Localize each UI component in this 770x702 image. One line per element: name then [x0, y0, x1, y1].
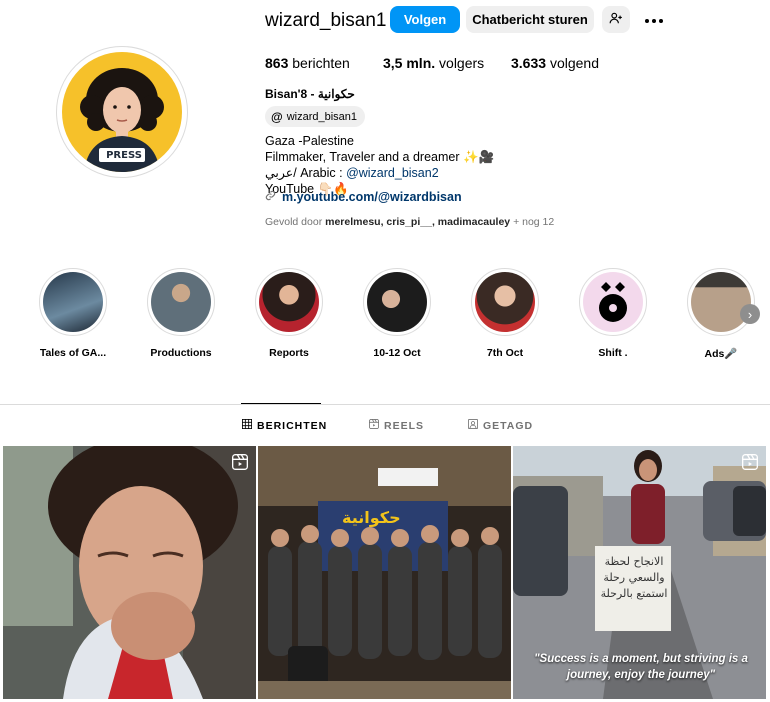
- post-sign-text: حكوانية: [342, 508, 401, 527]
- tagged-icon: [468, 419, 478, 432]
- highlight-cover: [259, 272, 319, 332]
- post-tile[interactable]: [3, 446, 256, 699]
- highlight-cover: [367, 272, 427, 332]
- following-count[interactable]: 3.633 volgend: [511, 55, 599, 71]
- highlight-item[interactable]: Productions: [136, 268, 226, 359]
- highlight-item[interactable]: Shift .: [568, 268, 658, 359]
- highlight-cover: [691, 272, 751, 332]
- followers-count[interactable]: 3,5 mln. volgers: [383, 55, 484, 71]
- reels-icon: [369, 419, 379, 432]
- highlight-label: Productions: [150, 347, 212, 359]
- profile-bio: Gaza -Palestine Filmmaker, Traveler and …: [265, 133, 494, 197]
- highlight-label: Tales of GA...: [39, 347, 107, 359]
- highlight-item[interactable]: Reports: [244, 268, 334, 359]
- profile-full-name: Bisan'8 - حكوانية: [265, 87, 355, 101]
- post-sign-text: الانجاح لحظة والسعي رحلة استمتع بالرحلة: [600, 555, 668, 600]
- profile-avatar[interactable]: PRESS: [56, 46, 188, 178]
- highlight-label: 10-12 Oct: [373, 347, 421, 359]
- tab-posts[interactable]: BERICHTEN: [242, 419, 327, 432]
- highlight-item[interactable]: 10-12 Oct: [352, 268, 442, 359]
- highlight-cover: [475, 272, 535, 332]
- suggest-user-button[interactable]: [602, 6, 630, 33]
- highlight-item[interactable]: 7th Oct: [460, 268, 550, 359]
- post-tile[interactable]: حكوانية: [258, 446, 511, 699]
- more-options-icon: [644, 12, 664, 27]
- chevron-right-icon: ›: [747, 306, 753, 322]
- tabs-divider: [0, 404, 770, 405]
- threads-icon: @: [271, 109, 283, 124]
- send-message-button[interactable]: Chatbericht sturen: [466, 6, 594, 33]
- followed-by[interactable]: Gevold door merelmesu, cris_pi__, madima…: [265, 216, 554, 228]
- active-tab-indicator: [241, 403, 321, 404]
- avatar-illustration: PRESS: [62, 52, 182, 172]
- highlight-cover: [43, 272, 103, 332]
- bio-line-location: Gaza -Palestine: [265, 134, 354, 148]
- follow-button[interactable]: Volgen: [390, 6, 460, 33]
- link-icon: [265, 190, 276, 204]
- press-label: PRESS: [106, 150, 142, 161]
- highlight-label: 7th Oct: [486, 347, 524, 359]
- highlight-cover: [151, 272, 211, 332]
- highlight-item[interactable]: Tales of GA...: [28, 268, 118, 359]
- post-image-group-photo: [258, 446, 511, 699]
- bio-line-arabic: عربي/ Arabic : @wizard_bisan2: [265, 166, 439, 180]
- reel-icon: [742, 454, 758, 475]
- post-tile[interactable]: الانجاح لحظة والسعي رحلة استمتع بالرحلة …: [513, 446, 766, 699]
- threads-handle: wizard_bisan1: [286, 110, 358, 123]
- highlight-cover: [583, 272, 643, 332]
- post-image-car-selfie: [3, 446, 256, 699]
- profile-external-link[interactable]: m.youtube.com/@wizardbisan: [265, 190, 462, 204]
- bio-mention-link[interactable]: @wizard_bisan2: [346, 166, 439, 180]
- threads-badge[interactable]: @ wizard_bisan1: [265, 106, 366, 127]
- tab-reels[interactable]: REELS: [369, 419, 424, 432]
- link-text: m.youtube.com/@wizardbisan: [282, 190, 462, 204]
- highlights-next-button[interactable]: ›: [740, 304, 760, 324]
- reel-icon: [232, 454, 248, 475]
- post-caption-overlay: "Success is a moment, but striving is a …: [534, 653, 748, 681]
- highlight-label: Ads🎤: [704, 348, 738, 360]
- bio-line-description: Filmmaker, Traveler and a dreamer ✨🎥: [265, 150, 495, 164]
- highlight-label: Shift .: [598, 347, 628, 359]
- person-add-icon: [609, 11, 623, 28]
- grid-icon: [242, 419, 252, 432]
- posts-count: 863 berichten: [265, 55, 350, 71]
- tab-tagged[interactable]: GETAGD: [468, 419, 533, 432]
- highlight-label: Reports: [269, 347, 309, 359]
- profile-username: wizard_bisan1: [265, 10, 387, 31]
- more-options-button[interactable]: [640, 6, 668, 33]
